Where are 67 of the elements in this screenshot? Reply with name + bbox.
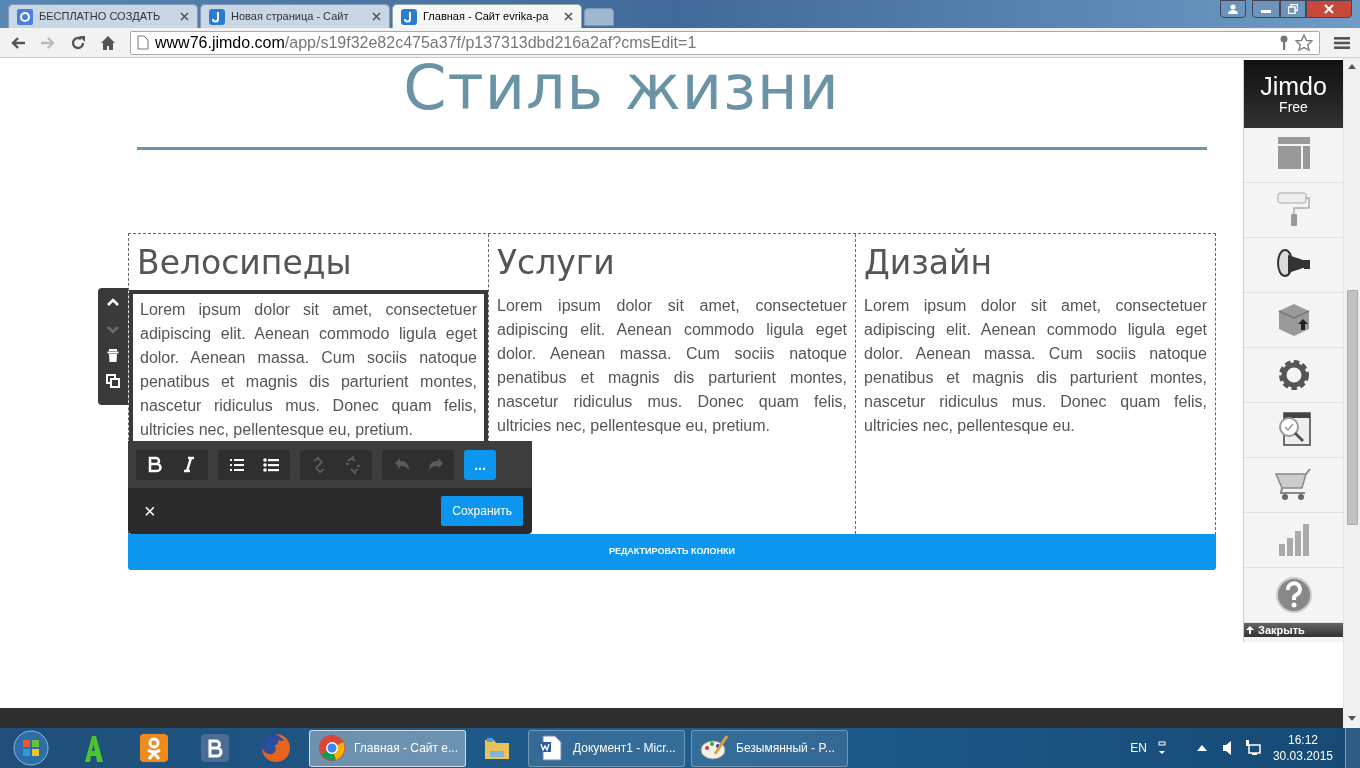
close-button[interactable] [1306, 0, 1352, 18]
trash-icon[interactable] [106, 348, 120, 363]
tab-title: Новая страница - Сайт [231, 9, 350, 25]
person-icon [1228, 4, 1238, 14]
vk-icon[interactable] [198, 732, 231, 764]
google-favicon-icon [17, 8, 33, 25]
time-text: 16:12 [1287, 732, 1318, 748]
browser-tab[interactable]: Новая страница - Сайт [200, 4, 390, 28]
profile-button[interactable] [1220, 0, 1246, 18]
browser-tab[interactable]: Главная - Сайт evrika-pa [392, 4, 582, 28]
jimdo-favicon-icon [209, 8, 225, 25]
chrome-icon [318, 734, 346, 762]
close-bar[interactable]: Закрыть [1244, 623, 1343, 637]
scroll-up-icon[interactable] [1348, 64, 1356, 69]
reload-icon[interactable] [70, 34, 86, 51]
copy-icon[interactable] [106, 374, 120, 389]
close-icon [1324, 4, 1334, 14]
column-heading: Услуги [497, 244, 616, 282]
browser-tab[interactable]: БЕСПЛАТНО СОЗДАТЬ [8, 4, 198, 28]
close-label: Закрыть [1258, 624, 1305, 636]
taskbar-button[interactable]: Документ1 - Micr... [528, 729, 685, 767]
close-icon[interactable] [180, 12, 189, 21]
document-icon [537, 734, 565, 762]
close-icon[interactable] [372, 12, 381, 21]
window-title: Главная - Сайт e... [354, 740, 459, 757]
address-bar[interactable]: www76.jimdo.com/app/s19f32e82c475a37f/p137313dbd216a2af?cmsEdit=1 [130, 30, 1320, 55]
palette-icon [700, 734, 728, 762]
minimize-button[interactable] [1252, 0, 1280, 18]
back-icon[interactable] [10, 35, 26, 50]
scroll-thumb[interactable] [1346, 290, 1358, 525]
column-text: Lorem ipsum dolor sit amet, consectetuer adipiscing elit. Aenean commodo ligula eget dolor. Aenean massa. Cum sociis natoque penatibus et magnis dis parturient montes, nascetur ridiculus mus. Donec quam felis, ultricies nec, pellentesque eu, pretium. [497, 296, 847, 436]
network-icon[interactable] [1244, 740, 1261, 756]
page-heading: Стиль жизни [402, 58, 841, 120]
show-desktop-button[interactable] [1345, 728, 1360, 768]
star-icon[interactable] [1295, 33, 1313, 52]
show-hidden-icon[interactable] [1196, 745, 1207, 751]
jimdo-logo[interactable]: Jimdo Free [1244, 60, 1343, 128]
url-text: www76.jimdo.com/app/s19f32e82c475a37f/p137313dbd216a2af?cmsEdit=1 [155, 32, 697, 53]
tab-title: Главная - Сайт evrika-pa [423, 9, 550, 25]
restore-icon [1288, 4, 1298, 14]
home-icon[interactable] [100, 34, 116, 51]
taskbar-button[interactable]: Безымянный - P... [691, 729, 848, 767]
jimdo-favicon-icon [401, 8, 417, 25]
help-icon[interactable] [1273, 575, 1314, 615]
plan-label: Free [1279, 99, 1308, 115]
column-text: Lorem ipsum dolor sit amet, consectetuer adipiscing elit. Aenean commodo ligula eget dolor. Aenean massa. Cum sociis natoque penatibus et magnis dis parturient montes, nascetur ridiculus mus. Donec quam felis, ultricies nec, pellentesque eu. [864, 296, 1207, 436]
clock[interactable]: 16:12 30.03.2015 [1272, 732, 1333, 764]
close-icon[interactable] [564, 12, 573, 21]
odnoklassniki-icon[interactable] [137, 732, 170, 764]
key-icon[interactable] [1279, 34, 1289, 51]
language-options-icon[interactable] [1156, 740, 1167, 756]
column-heading: Велосипеды [137, 244, 353, 282]
column-heading: Дизайн [864, 244, 994, 282]
maximize-button[interactable] [1280, 0, 1306, 18]
scroll-down-icon[interactable] [1347, 715, 1356, 721]
window-title: Безымянный - P... [736, 740, 835, 757]
tab-title: БЕСПЛАТНО СОЗДАТЬ [39, 9, 162, 25]
logo-text: Jimdo [1260, 73, 1327, 99]
cancel-button[interactable]: × [144, 501, 156, 521]
start-button-icon[interactable] [13, 730, 49, 766]
speaker-icon[interactable] [1222, 741, 1233, 755]
language-indicator: EN [1130, 740, 1147, 757]
page-icon [137, 35, 149, 50]
date-text: 30.03.2015 [1272, 748, 1333, 764]
window-title: Документ1 - Micr... [573, 740, 676, 757]
menu-icon[interactable] [1334, 35, 1350, 50]
up-arrow-icon [1246, 626, 1254, 634]
